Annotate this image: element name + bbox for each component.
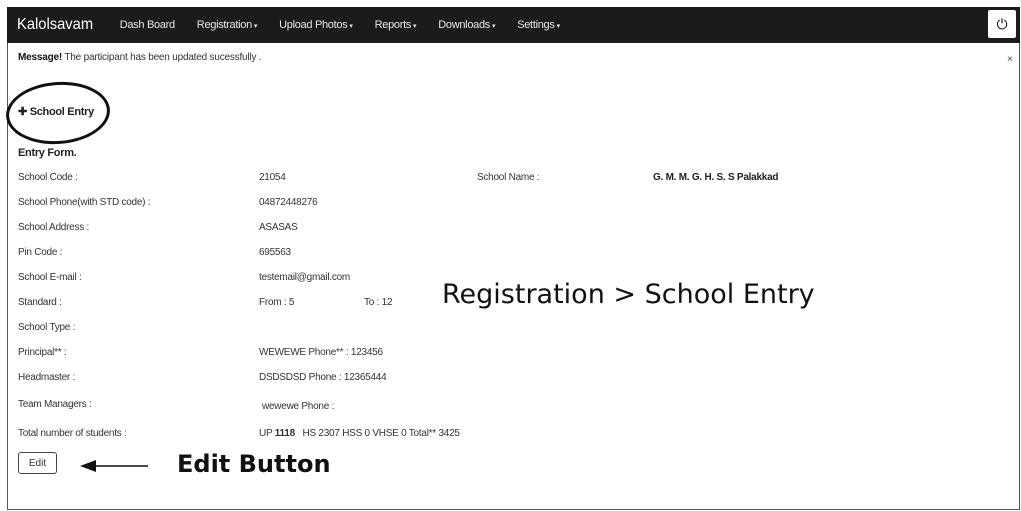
headmaster-value: DSDSDSD Phone : 12365444 [259, 372, 387, 383]
nav-downloads[interactable]: Downloads ▾ [438, 19, 495, 31]
school-name-label: School Name : [477, 172, 540, 183]
nav-registration[interactable]: Registration ▾ [197, 19, 258, 31]
standard-from-value: From : 5 [259, 297, 295, 308]
annotation-edit-button: Edit Button [177, 450, 331, 478]
school-code-value: 21054 [259, 172, 286, 183]
brand-logo[interactable]: Kalolsavam [17, 16, 93, 34]
school-email-label: School E-mail : [18, 272, 82, 283]
total-students-value: UP 1118 HS 2307 HSS 0 VHSE 0 Total** 342… [259, 428, 460, 439]
annotation-registration-path: Registration > School Entry [442, 279, 815, 310]
school-entry-link[interactable]: ✚ School Entry [18, 105, 94, 118]
school-phone-label: School Phone(with STD code) : [18, 197, 151, 208]
nav-reports[interactable]: Reports ▾ [375, 19, 417, 31]
message-prefix: Message! [18, 52, 62, 63]
edit-button[interactable]: Edit [18, 452, 57, 474]
chevron-down-icon: ▾ [491, 23, 496, 30]
standard-label: Standard : [18, 297, 62, 308]
message-text: The participant has been updated sucessf… [61, 52, 262, 63]
headmaster-label: Headmaster : [18, 372, 76, 383]
school-address-value: ASASAS [259, 222, 298, 233]
annotation-arrow-icon [80, 460, 148, 472]
school-phone-value: 04872448276 [259, 197, 318, 208]
school-type-label: School Type : [18, 322, 76, 333]
chevron-down-icon: ▾ [253, 23, 258, 30]
chevron-down-icon: ▾ [556, 23, 561, 30]
standard-to-value: To : 12 [364, 297, 393, 308]
chevron-down-icon: ▾ [349, 23, 353, 30]
power-icon: ⏻ [996, 15, 1008, 32]
nav-settings[interactable]: Settings ▾ [517, 19, 560, 31]
nav-upload-photos[interactable]: Upload Photos ▾ [279, 19, 353, 31]
chevron-down-icon: ▾ [413, 23, 417, 30]
success-message: Message! The participant has been update… [18, 52, 262, 63]
principal-label: Principal** : [18, 347, 67, 358]
pin-code-label: Pin Code : [18, 247, 63, 258]
total-students-label: Total number of students : [18, 428, 127, 439]
principal-value: WEWEWE Phone** : 123456 [259, 347, 383, 358]
school-email-value: testemail@gmail.com [259, 272, 350, 283]
school-name-value: G. M. M. G. H. S. S Palakkad [653, 172, 779, 183]
nav-dashboard[interactable]: Dash Board [120, 19, 175, 31]
school-address-label: School Address : [18, 222, 90, 233]
school-code-label: School Code : [18, 172, 78, 183]
page-frame [7, 7, 1020, 510]
top-navbar: Kalolsavam Dash Board Registration ▾ Uplo… [7, 7, 1020, 43]
form-title: Entry Form. [18, 147, 77, 159]
pin-code-value: 695563 [259, 247, 291, 258]
team-managers-value: wewewe Phone : [262, 401, 335, 412]
team-managers-label: Team Managers : [18, 399, 92, 410]
power-button[interactable]: ⏻ [988, 10, 1016, 38]
close-icon[interactable]: × [1007, 54, 1013, 65]
plus-icon: ✚ [18, 106, 27, 118]
